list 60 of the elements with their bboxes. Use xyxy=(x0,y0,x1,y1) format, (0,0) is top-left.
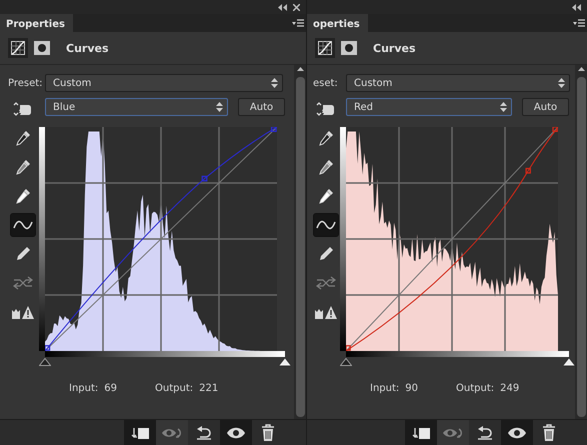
updown-icon xyxy=(216,102,223,112)
highlight-slider[interactable] xyxy=(563,358,575,366)
reset-icon xyxy=(476,424,494,440)
curve-icon[interactable] xyxy=(12,218,32,232)
channel-dropdown[interactable]: Red xyxy=(346,98,512,116)
input-value: 69 xyxy=(104,383,117,394)
control-point[interactable] xyxy=(346,345,351,351)
footer-button[interactable] xyxy=(501,420,533,445)
input-label: Input: xyxy=(69,383,98,394)
tool-button[interactable] xyxy=(10,214,34,236)
eye-icon xyxy=(507,426,527,440)
adjustment-icon[interactable] xyxy=(8,38,28,58)
control-point[interactable] xyxy=(552,127,558,132)
properties-tab[interactable]: operties xyxy=(307,14,368,32)
eye-icon xyxy=(226,426,246,440)
panel-title: Curves xyxy=(66,42,109,54)
reset-icon xyxy=(195,424,213,440)
shadow-slider[interactable] xyxy=(340,358,352,366)
footer-button[interactable] xyxy=(124,420,156,445)
updown-icon xyxy=(500,102,507,112)
updown-icon xyxy=(558,78,565,88)
collapse-icon[interactable] xyxy=(278,4,287,10)
control-point[interactable] xyxy=(270,127,277,132)
channel-dropdown[interactable]: Blue xyxy=(45,98,228,116)
panel-menu-icon[interactable] xyxy=(573,18,585,28)
trash-icon xyxy=(541,424,557,442)
layer-mask-icon[interactable] xyxy=(341,41,357,55)
preset-label: Preset: xyxy=(7,78,44,88)
control-point[interactable] xyxy=(525,168,531,174)
input-label: Input: xyxy=(370,383,400,394)
adjustment-icon[interactable] xyxy=(315,38,335,58)
auto-button[interactable]: Auto xyxy=(522,98,569,116)
highlight-slider[interactable] xyxy=(279,358,291,366)
scroll-up-icon[interactable] xyxy=(578,67,584,71)
scroll-up-icon[interactable] xyxy=(296,67,304,71)
output-label: Output: xyxy=(155,383,194,394)
properties-tab[interactable]: Properties xyxy=(0,14,73,32)
close-icon[interactable] xyxy=(293,4,300,10)
panel-menu-icon[interactable] xyxy=(292,18,304,28)
output-value: 249 xyxy=(500,383,520,394)
control-point[interactable] xyxy=(45,345,50,351)
panel-title: Curves xyxy=(373,42,416,54)
layer-mask-icon[interactable] xyxy=(34,41,50,55)
curve-icon[interactable] xyxy=(316,218,336,232)
output-value: 221 xyxy=(199,383,218,394)
trash-icon xyxy=(260,424,276,442)
updown-icon xyxy=(271,78,278,88)
footer-button[interactable] xyxy=(220,420,252,445)
auto-button[interactable]: Auto xyxy=(238,98,285,116)
preset-dropdown[interactable]: Custom xyxy=(45,74,283,92)
scrollbar[interactable] xyxy=(575,65,587,419)
footer-button[interactable] xyxy=(405,420,437,445)
output-label: Output: xyxy=(456,383,494,394)
scrollbar[interactable] xyxy=(294,65,306,419)
preset-label: eset: xyxy=(312,78,339,88)
shadow-slider[interactable] xyxy=(39,358,51,366)
collapse-icon[interactable] xyxy=(572,4,581,10)
preset-dropdown[interactable]: Custom xyxy=(346,74,570,92)
tool-button[interactable] xyxy=(314,214,338,236)
input-value: 90 xyxy=(405,383,418,394)
